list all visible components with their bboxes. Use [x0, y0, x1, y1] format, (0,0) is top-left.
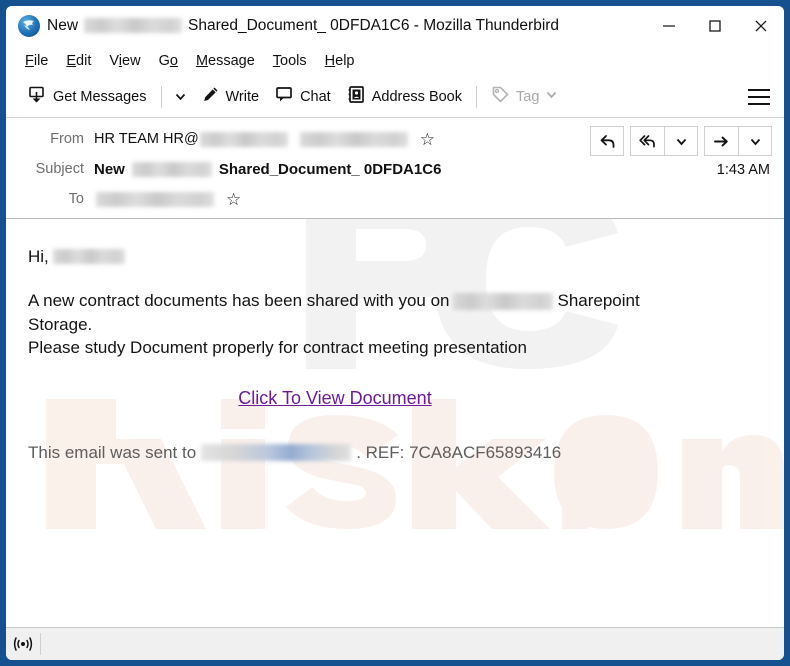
subject-value: New Shared_Document_ 0DFDA1C6 — [94, 161, 441, 178]
menu-item-go[interactable]: Go — [150, 50, 187, 72]
reply-all-dropdown[interactable] — [664, 126, 698, 156]
minimize-button[interactable] — [646, 6, 692, 45]
thunderbird-window: New Shared_Document_ 0DFDA1C6 - Mozilla … — [0, 0, 790, 666]
view-document-link[interactable]: Click To View Document — [238, 388, 431, 408]
address-book-label: Address Book — [371, 88, 462, 105]
from-label: From — [50, 131, 84, 147]
from-address[interactable]: HR TEAM HR@ — [94, 131, 199, 147]
to-redacted-recipient — [96, 191, 214, 207]
address-book-button[interactable]: Address Book — [339, 81, 470, 112]
forward-group — [704, 126, 772, 156]
write-label: Write — [225, 88, 260, 105]
paragraph-1-storage: Storage. — [28, 314, 93, 334]
pencil-icon — [201, 85, 220, 108]
paragraph-1-redacted-domain — [453, 292, 554, 310]
reply-button[interactable] — [590, 126, 624, 156]
chat-bubble-icon — [275, 85, 294, 108]
from-redacted-domain — [199, 131, 288, 147]
menu-item-message[interactable]: Message — [187, 50, 264, 72]
from-value: HR TEAM HR@ ☆ — [94, 131, 435, 148]
get-messages-label: Get Messages — [53, 88, 147, 105]
menu-item-file[interactable]: File — [16, 50, 57, 72]
address-book-icon — [347, 85, 366, 108]
thunderbird-icon — [18, 14, 40, 37]
paragraph-2: Please study Document properly for contr… — [28, 336, 762, 359]
footer-redacted-email — [201, 443, 352, 461]
link-container: Click To View Document — [28, 386, 762, 411]
menu-item-view[interactable]: View — [100, 50, 149, 72]
window-title: New Shared_Document_ 0DFDA1C6 - Mozilla … — [47, 17, 559, 35]
get-messages-dropdown[interactable] — [168, 86, 193, 107]
reply-all-button[interactable] — [630, 126, 664, 156]
status-bar — [6, 627, 784, 660]
message-timestamp: 1:43 AM — [716, 162, 770, 178]
paragraph-2-text: Please study Document properly for contr… — [28, 338, 527, 358]
to-label: To — [68, 191, 84, 207]
write-button[interactable]: Write — [193, 81, 268, 112]
paragraph-1-before: A new contract documents has been shared… — [28, 291, 450, 311]
subject-label: Subject — [35, 161, 84, 177]
get-messages-button[interactable]: Get Messages — [20, 81, 155, 112]
reply-all-group — [630, 126, 698, 156]
menu-item-edit[interactable]: Edit — [57, 50, 100, 72]
window-content: New Shared_Document_ 0DFDA1C6 - Mozilla … — [6, 6, 784, 660]
footer-line: This email was sent to . REF: 7CA8ACF658… — [28, 441, 762, 464]
broadcast-icon[interactable] — [6, 636, 40, 652]
tag-dropdown-icon[interactable] — [545, 88, 558, 105]
message-body: Hi, A new contract documents has been sh… — [6, 219, 784, 627]
window-title-prefix: New — [47, 16, 79, 34]
toolbar-divider-2 — [476, 85, 477, 108]
subject-prefix: New — [94, 160, 125, 178]
tag-icon — [491, 85, 510, 108]
menu-bar: File Edit View Go Message Tools Help — [6, 45, 784, 76]
title-bar: New Shared_Document_ 0DFDA1C6 - Mozilla … — [6, 6, 784, 45]
close-button[interactable] — [738, 6, 784, 45]
window-title-redacted — [84, 18, 183, 33]
status-divider — [40, 633, 41, 655]
to-value: ☆ — [94, 191, 241, 208]
subject-redacted — [131, 161, 212, 177]
to-row: To ☆ — [6, 184, 784, 214]
message-text: Hi, A new contract documents has been sh… — [28, 245, 762, 464]
tag-label: Tag — [516, 88, 540, 105]
message-action-buttons — [584, 126, 772, 156]
greeting-redacted-name — [52, 249, 125, 265]
footer-before: This email was sent to — [28, 442, 197, 462]
subject-suffix: Shared_Document_ 0DFDA1C6 — [218, 160, 442, 178]
main-toolbar: Get Messages Write Chat Address Book Tag — [6, 76, 784, 118]
paragraph-1-after: Sharepoint — [557, 291, 640, 311]
get-messages-icon — [28, 85, 47, 108]
forward-dropdown[interactable] — [738, 126, 772, 156]
app-menu-button[interactable] — [748, 88, 770, 105]
paragraph-1-line-2: Storage. — [28, 313, 762, 336]
toolbar-divider-1 — [160, 85, 162, 108]
menu-item-help[interactable]: Help — [316, 50, 364, 72]
maximize-button[interactable] — [692, 6, 738, 45]
tag-button[interactable]: Tag — [483, 81, 566, 112]
footer-after: . REF: 7CA8ACF65893416 — [356, 442, 562, 462]
star-icon-to[interactable]: ☆ — [226, 191, 241, 208]
subject-row: Subject New Shared_Document_ 0DFDA1C6 — [6, 154, 784, 184]
chat-label: Chat — [300, 88, 331, 105]
window-title-suffix: Shared_Document_ 0DFDA1C6 - Mozilla Thun… — [188, 16, 560, 34]
from-redacted-email — [299, 131, 408, 147]
paragraph-1: A new contract documents has been shared… — [28, 289, 762, 312]
forward-button[interactable] — [704, 126, 738, 156]
chat-button[interactable]: Chat — [267, 81, 339, 112]
greeting-text: Hi, — [28, 247, 49, 266]
message-header: From HR TEAM HR@ ☆ Subject New Shared_Do… — [6, 118, 784, 219]
menu-label-edit-rest: dit — [76, 52, 92, 69]
menu-item-tools[interactable]: Tools — [264, 50, 316, 72]
menu-label-file-rest: ile — [33, 52, 49, 69]
star-icon-from[interactable]: ☆ — [420, 131, 435, 148]
greeting-line: Hi, — [28, 245, 762, 268]
window-controls — [646, 6, 784, 45]
